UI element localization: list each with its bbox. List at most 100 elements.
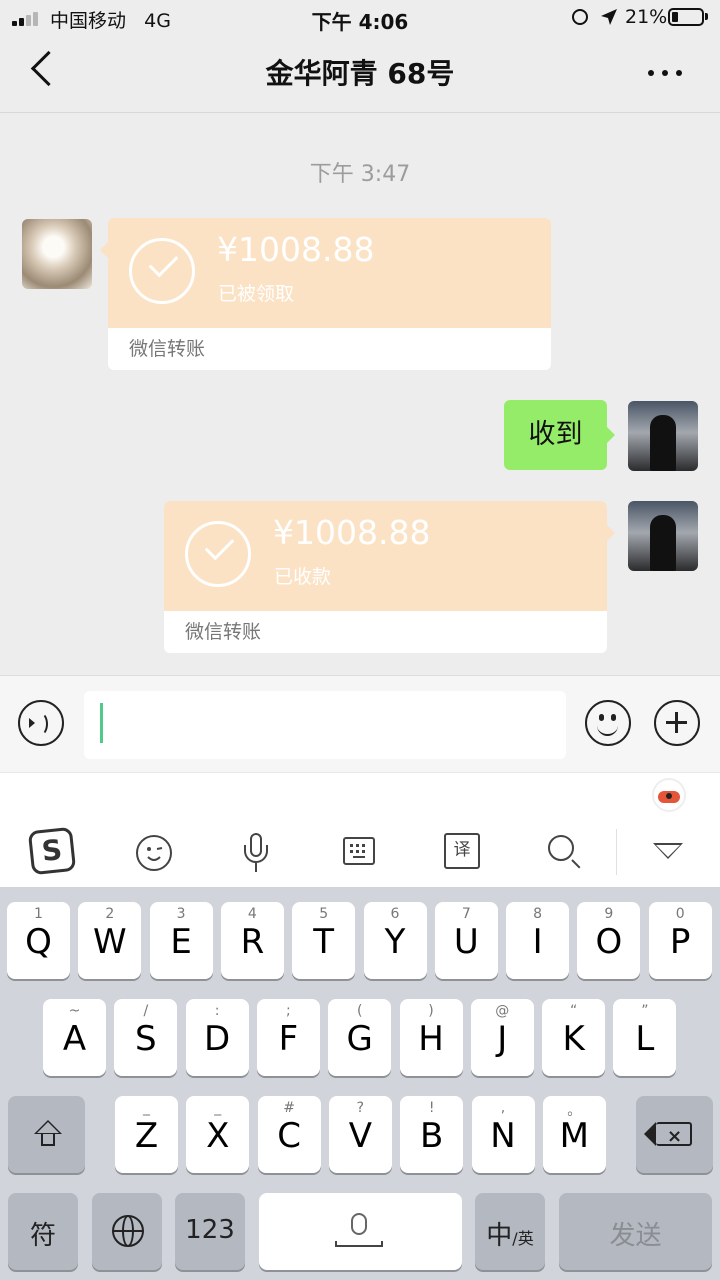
transfer-card-received[interactable]: ¥1008.88 已被领取 微信转账 <box>108 218 551 370</box>
check-circle-icon <box>129 238 195 304</box>
ime-candidate-bar <box>0 772 720 818</box>
key-secondary-label: # <box>283 1100 295 1116</box>
delete-key[interactable]: × <box>636 1096 713 1173</box>
key-e[interactable]: 3E <box>149 902 213 979</box>
transfer-amount: ¥1008.88 <box>273 513 431 552</box>
key-secondary-label: 7 <box>461 906 471 922</box>
key-secondary-label: _ <box>143 1100 150 1116</box>
key-q[interactable]: 1Q <box>7 902 70 979</box>
key-secondary-label: ” <box>641 1003 649 1019</box>
key-g[interactable]: (G <box>328 999 392 1076</box>
ime-mascot-icon[interactable] <box>652 778 686 812</box>
key-r[interactable]: 4R <box>220 902 284 979</box>
key-secondary-label: 3 <box>176 906 186 922</box>
key-secondary-label: 0 <box>675 906 685 922</box>
key-t[interactable]: 5T <box>292 902 356 979</box>
key-o[interactable]: 9O <box>577 902 641 979</box>
voice-input-icon[interactable] <box>18 700 64 746</box>
battery-cap <box>705 13 708 20</box>
key-w[interactable]: 2W <box>78 902 142 979</box>
translate-icon[interactable]: 译 <box>444 833 480 869</box>
ime-toolbar: S 译 <box>0 817 720 888</box>
transfer-card-sent[interactable]: ¥1008.88 已收款 微信转账 <box>164 501 607 653</box>
bubble-tail <box>100 242 108 258</box>
more-actions-plus-icon[interactable] <box>654 700 700 746</box>
key-secondary-label: 4 <box>247 906 257 922</box>
key-label: J <box>497 1019 508 1059</box>
key-label: T <box>313 922 335 962</box>
key-x[interactable]: _ X <box>186 1096 250 1173</box>
key-f[interactable]: ; F <box>256 999 320 1076</box>
search-icon[interactable] <box>548 835 574 861</box>
key-label: M <box>559 1116 589 1156</box>
key-j[interactable]: @ J <box>470 999 534 1076</box>
key-secondary-label: _ <box>214 1100 222 1116</box>
key-label: G <box>346 1019 373 1059</box>
key-d[interactable]: :D <box>185 999 249 1076</box>
voice-typing-icon[interactable] <box>244 833 268 873</box>
key-s[interactable]: / S <box>114 999 178 1076</box>
symbols-key[interactable]: 符 <box>8 1193 78 1270</box>
key-secondary-label: , <box>500 1100 506 1116</box>
key-y[interactable]: 6Y <box>363 902 427 979</box>
my-avatar[interactable] <box>628 501 698 571</box>
battery-percent: 21% <box>625 6 668 28</box>
key-label: U <box>453 922 479 962</box>
key-m[interactable]: 。 M <box>542 1096 606 1173</box>
key-l[interactable]: ” L <box>613 999 677 1076</box>
numbers-key[interactable]: 123 <box>175 1193 245 1270</box>
transfer-amount: ¥1008.88 <box>217 230 375 269</box>
key-u[interactable]: 7U <box>434 902 498 979</box>
key-label: W <box>92 922 127 962</box>
key-p[interactable]: 0P <box>648 902 712 979</box>
battery-icon <box>668 8 704 26</box>
language-switch-key[interactable]: 中/英 <box>475 1193 545 1270</box>
key-b[interactable]: ! B <box>400 1096 464 1173</box>
key-secondary-label: ~ <box>68 1003 81 1019</box>
sogou-logo-icon[interactable]: S <box>27 826 77 876</box>
key-label: P <box>669 922 691 962</box>
emoticon-icon[interactable] <box>136 835 172 871</box>
key-label: V <box>348 1116 373 1156</box>
key-label: X <box>206 1116 230 1156</box>
toolbar-divider <box>616 829 617 875</box>
message-input-bar <box>0 675 720 772</box>
key-c[interactable]: # C <box>257 1096 321 1173</box>
key-a[interactable]: ~ A <box>43 999 106 1076</box>
message-input[interactable] <box>84 691 566 759</box>
key-label: C <box>277 1116 301 1156</box>
shift-key[interactable] <box>8 1096 85 1173</box>
contact-avatar[interactable] <box>22 219 92 289</box>
key-i[interactable]: 8I <box>506 902 570 979</box>
my-avatar[interactable] <box>628 401 698 471</box>
key-secondary-label: / <box>143 1003 149 1019</box>
key-secondary-label: ? <box>356 1100 365 1116</box>
more-options-icon[interactable] <box>648 70 682 76</box>
hide-keyboard-icon[interactable] <box>653 843 683 859</box>
key-label: L <box>635 1019 655 1059</box>
rotation-lock-icon <box>572 9 588 25</box>
key-v[interactable]: ? V <box>328 1096 392 1173</box>
key-label: S <box>135 1019 157 1059</box>
globe-icon <box>112 1215 144 1247</box>
key-label: N <box>490 1116 516 1156</box>
key-label: K <box>562 1019 585 1059</box>
space-key[interactable] <box>259 1193 462 1270</box>
key-secondary-label: “ <box>569 1003 578 1019</box>
key-label: E <box>170 922 192 962</box>
key-h[interactable]: ) H <box>399 999 463 1076</box>
key-label: B <box>420 1116 444 1156</box>
key-n[interactable]: ,N <box>471 1096 535 1173</box>
text-caret <box>100 703 103 743</box>
key-secondary-label: ! <box>428 1100 435 1116</box>
key-label: A <box>62 1019 87 1059</box>
bubble-tail <box>607 525 615 541</box>
key-z[interactable]: _ Z <box>115 1096 178 1173</box>
text-message-bubble[interactable]: 收到 <box>504 400 615 470</box>
chat-title: 金华阿青 68号 <box>265 57 455 90</box>
send-key[interactable]: 发送 <box>559 1193 712 1270</box>
emoji-icon[interactable] <box>585 700 631 746</box>
globe-key[interactable] <box>92 1193 162 1270</box>
keyboard-switch-icon[interactable] <box>343 837 375 865</box>
key-k[interactable]: “K <box>542 999 606 1076</box>
